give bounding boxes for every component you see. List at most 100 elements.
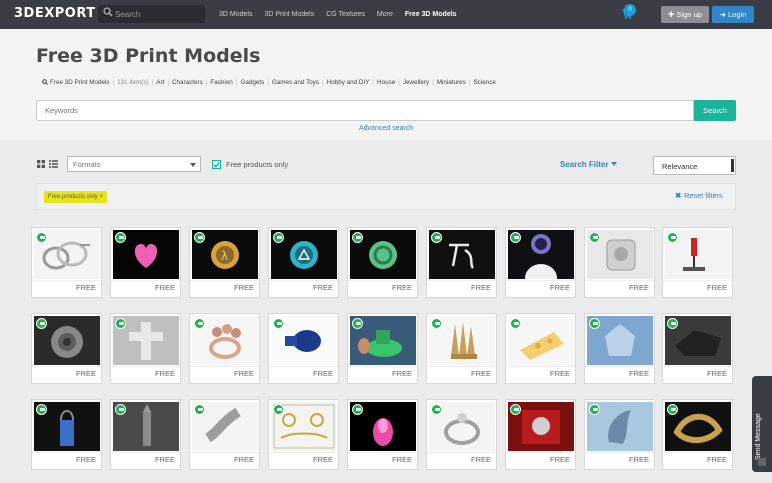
product-card[interactable]: FREE: [662, 227, 733, 298]
product-card[interactable]: λ FREE: [189, 227, 260, 298]
divider: [32, 366, 101, 367]
product-card[interactable]: FREE: [110, 313, 181, 384]
product-card[interactable]: FREE: [189, 313, 260, 384]
product-card[interactable]: FREE: [426, 313, 497, 384]
product-card[interactable]: FREE: [31, 227, 102, 298]
signup-label: Sign up: [676, 10, 702, 19]
print-icon: [589, 404, 600, 415]
product-price: FREE: [391, 369, 412, 378]
divider: [663, 280, 732, 281]
nav-3d-print-models[interactable]: 3D Print Models: [264, 11, 314, 18]
category-jewellery[interactable]: Jewellery: [403, 79, 429, 86]
product-card[interactable]: FREE: [584, 227, 655, 298]
chat-icon: [758, 458, 766, 466]
send-message-tab[interactable]: Send Message: [752, 376, 772, 472]
product-price: FREE: [233, 283, 254, 292]
product-card[interactable]: FREE: [426, 227, 497, 298]
reset-filters-link[interactable]: ✖ Reset filters: [675, 191, 723, 200]
print-icon: [194, 318, 205, 329]
print-icon: [431, 232, 442, 243]
category-characters[interactable]: Characters: [172, 79, 203, 86]
product-price: FREE: [154, 455, 175, 464]
product-card[interactable]: FREE: [505, 313, 576, 384]
divider: [506, 452, 575, 453]
category-science[interactable]: Science: [473, 79, 495, 86]
print-icon: [431, 318, 442, 329]
product-price: FREE: [470, 455, 491, 464]
product-price: FREE: [470, 369, 491, 378]
product-price: FREE: [154, 369, 175, 378]
divider: [506, 366, 575, 367]
global-search[interactable]: [98, 5, 205, 23]
product-card[interactable]: FREE: [268, 313, 339, 384]
item-count: 131 item(s): [117, 79, 149, 86]
product-card[interactable]: FREE: [31, 313, 102, 384]
nav-free-3d-models[interactable]: Free 3D Models: [405, 11, 457, 18]
site-logo[interactable]: 3DEXPORT: [14, 6, 96, 21]
product-card[interactable]: FREE: [505, 227, 576, 298]
signup-button[interactable]: ✚ Sign up: [661, 6, 709, 23]
divider: [348, 452, 417, 453]
category-games-and-toys[interactable]: Games and Toys: [272, 79, 319, 86]
print-icon: [194, 232, 205, 243]
divider: [427, 452, 496, 453]
print-icon: [352, 404, 363, 415]
print-icon: [431, 404, 442, 415]
category-fashion[interactable]: Fashion: [210, 79, 232, 86]
product-card[interactable]: FREE: [268, 399, 339, 470]
divider: [32, 280, 101, 281]
print-icon: [36, 232, 47, 243]
product-card[interactable]: FREE: [347, 399, 418, 470]
product-card[interactable]: FREE: [189, 399, 260, 470]
nav-more[interactable]: More: [377, 11, 393, 18]
category-hobby-and-diy[interactable]: Hobby and DIY: [327, 79, 370, 86]
print-icon: [36, 404, 47, 415]
print-icon: [273, 232, 284, 243]
category-gadgets[interactable]: Gadgets: [240, 79, 264, 86]
print-icon: [510, 318, 521, 329]
product-card[interactable]: FREE: [584, 399, 655, 470]
product-card[interactable]: FREE: [662, 313, 733, 384]
nav-cg-textures[interactable]: CG Textures: [326, 11, 365, 18]
print-icon: [667, 232, 678, 243]
keywords-input[interactable]: [36, 100, 694, 121]
product-card[interactable]: FREE: [347, 227, 418, 298]
advanced-search-link[interactable]: Advanced search: [359, 125, 413, 132]
category-house[interactable]: House: [377, 79, 395, 86]
filter-tag-free-only[interactable]: Free products only ×: [44, 191, 107, 203]
search-filter-toggle[interactable]: Search Filter: [560, 160, 618, 169]
sort-select[interactable]: Relevance: [653, 156, 736, 175]
print-icon: [273, 318, 284, 329]
login-button[interactable]: ➜ Login: [712, 6, 754, 23]
category-art[interactable]: Art: [156, 79, 164, 86]
product-card[interactable]: FREE: [584, 313, 655, 384]
free-only-checkbox[interactable]: [212, 160, 221, 169]
grid-view-icon[interactable]: [37, 160, 45, 168]
product-card[interactable]: FREE: [268, 227, 339, 298]
search-filter-label: Search Filter: [560, 160, 609, 169]
close-icon: ✖: [675, 191, 682, 200]
search-input[interactable]: [115, 6, 201, 22]
list-view-icon[interactable]: [49, 160, 58, 168]
product-card[interactable]: FREE: [110, 227, 181, 298]
nav-3d-models[interactable]: 3D Models: [219, 11, 252, 18]
divider: [585, 280, 654, 281]
product-card[interactable]: FREE: [505, 399, 576, 470]
print-icon: [589, 318, 600, 329]
divider: [269, 366, 338, 367]
divider: [111, 280, 180, 281]
product-card[interactable]: FREE: [662, 399, 733, 470]
print-icon: [36, 318, 47, 329]
product-card[interactable]: FREE: [426, 399, 497, 470]
breadcrumb-root[interactable]: Free 3D Print Models: [50, 79, 110, 86]
formats-select[interactable]: Formats: [67, 156, 201, 172]
product-card[interactable]: FREE: [110, 399, 181, 470]
print-icon: [115, 318, 126, 329]
product-card[interactable]: FREE: [31, 399, 102, 470]
category-miniatures[interactable]: Miniatures: [437, 79, 466, 86]
product-card[interactable]: FREE: [347, 313, 418, 384]
keywords-search-button[interactable]: Search: [694, 100, 736, 121]
formats-placeholder: Formats: [73, 160, 101, 169]
divider: [585, 366, 654, 367]
free-only-label[interactable]: Free products only: [226, 160, 288, 169]
